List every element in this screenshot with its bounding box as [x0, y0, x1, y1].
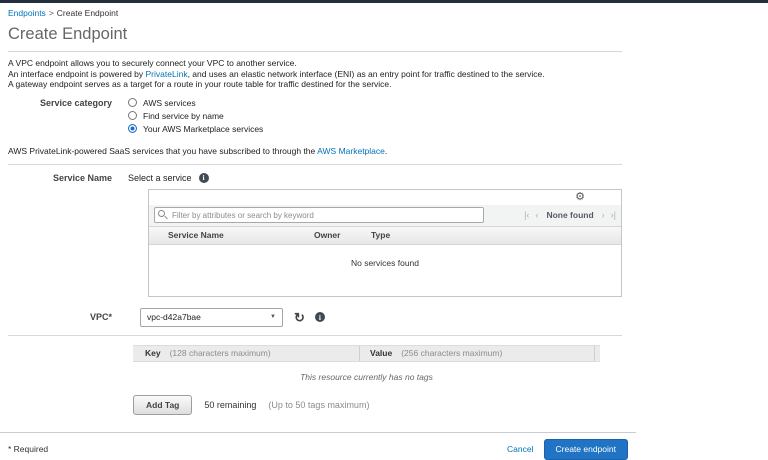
column-type[interactable]: Type: [371, 230, 621, 240]
footer-actions: Cancel Create endpoint: [507, 438, 628, 460]
tags-value-header: Value (256 characters maximum): [359, 345, 594, 361]
radio-find-service-label: Find service by name: [143, 110, 224, 121]
tags-remaining-count: 50 remaining: [204, 399, 257, 410]
section-divider: [8, 163, 622, 165]
service-category-label: Service category: [39, 97, 112, 108]
prev-page-icon[interactable]: ‹: [535, 210, 538, 220]
radio-marketplace-label: Your AWS Marketplace services: [143, 123, 264, 134]
last-page-icon[interactable]: ›|: [611, 210, 616, 220]
service-name-value: Select a service: [128, 172, 192, 183]
radio-marketplace-services[interactable]: Your AWS Marketplace services: [128, 124, 263, 134]
radio-aws-services[interactable]: AWS services: [128, 98, 263, 108]
create-endpoint-button[interactable]: Create endpoint: [543, 438, 628, 460]
empty-message: No services found: [350, 257, 420, 268]
breadcrumb-current: Create Endpoint: [56, 8, 119, 18]
table-toolbar: |‹ ‹ None found › ›|: [149, 204, 621, 226]
service-category-options: AWS services Find service by name Your A…: [128, 98, 263, 137]
section-divider: [8, 334, 622, 336]
table-empty-state: No services found: [149, 244, 621, 296]
key-header-hint: (128 characters maximum): [169, 348, 271, 358]
radio-icon[interactable]: [128, 111, 137, 120]
tags-key-header: Key (128 characters maximum): [133, 348, 359, 358]
filter-wrap: [154, 207, 484, 223]
breadcrumb-separator: >: [48, 8, 54, 18]
page-title: Create Endpoint: [8, 25, 622, 52]
info-icon[interactable]: i: [314, 312, 325, 322]
intro-line-1: A VPC endpoint allows you to securely co…: [8, 58, 297, 68]
intro-line-2: An interface endpoint is powered by Priv…: [8, 69, 630, 80]
table-header-row: Service Name Owner Type: [149, 225, 621, 245]
column-owner[interactable]: Owner: [314, 230, 371, 240]
service-category-row: Service category AWS services Find servi…: [8, 98, 630, 137]
filter-input[interactable]: [154, 207, 484, 223]
add-tag-row: Add Tag 50 remaining (Up to 50 tags maxi…: [133, 394, 630, 415]
console-top-bar: [0, 0, 768, 3]
vpc-selected-value: vpc-d42a7bae: [147, 312, 201, 322]
tags-header-end-cell: [594, 345, 600, 361]
tags-empty-message: This resource currently has no tags: [300, 371, 433, 382]
pagination: |‹ ‹ None found › ›|: [524, 210, 616, 220]
table-gear-row: ⚙: [149, 190, 621, 205]
page-footer: * Required Cancel Create endpoint: [0, 431, 636, 460]
radio-icon[interactable]: [128, 98, 137, 107]
service-table: ⚙ |‹ ‹ None found › ›| Service Name Owne…: [148, 188, 622, 297]
marketplace-note-pre: AWS PrivateLink-powered SaaS services th…: [8, 145, 318, 156]
info-icon[interactable]: i: [198, 172, 209, 183]
cancel-button[interactable]: Cancel: [507, 444, 533, 454]
gear-icon[interactable]: ⚙: [575, 191, 585, 204]
tags-max-hint: (Up to 50 tags maximum): [268, 399, 370, 410]
tags-table: Key (128 characters maximum) Value (256 …: [133, 344, 600, 382]
privatelink-link[interactable]: PrivateLink: [146, 69, 188, 79]
service-name-row: Service Name Select a service i: [8, 172, 630, 183]
vpc-label: VPC*: [89, 312, 112, 322]
vpc-row: VPC* vpc-d42a7bae ▼ ↻ i: [8, 307, 630, 327]
next-page-icon[interactable]: ›: [602, 210, 605, 220]
key-header-label: Key: [145, 348, 161, 358]
breadcrumb: Endpoints > Create Endpoint: [8, 8, 630, 18]
refresh-icon[interactable]: ↻: [294, 311, 305, 324]
pagination-status: None found: [546, 210, 594, 220]
first-page-icon[interactable]: |‹: [524, 210, 529, 220]
column-service-name[interactable]: Service Name: [149, 230, 314, 240]
radio-find-service-by-name[interactable]: Find service by name: [128, 111, 263, 121]
breadcrumb-endpoints-link[interactable]: Endpoints: [8, 8, 46, 18]
tags-header-row: Key (128 characters maximum) Value (256 …: [133, 344, 600, 362]
radio-aws-services-label: AWS services: [143, 97, 196, 108]
add-tag-button[interactable]: Add Tag: [133, 394, 193, 415]
intro-line-2-pre: An interface endpoint is powered by: [8, 68, 146, 79]
vpc-select[interactable]: vpc-d42a7bae ▼: [140, 307, 283, 327]
marketplace-note: AWS PrivateLink-powered SaaS services th…: [8, 146, 630, 156]
main-content: Endpoints > Create Endpoint Create Endpoin…: [0, 8, 630, 415]
service-name-label: Service Name: [52, 172, 112, 183]
aws-marketplace-link[interactable]: AWS Marketplace: [317, 146, 385, 156]
marketplace-note-post: .: [384, 145, 388, 156]
intro-text: A VPC endpoint allows you to securely co…: [8, 58, 630, 90]
radio-icon-selected[interactable]: [128, 124, 137, 133]
chevron-down-icon: ▼: [270, 314, 276, 320]
search-icon: [158, 210, 165, 217]
intro-line-3: A gateway endpoint serves as a target fo…: [8, 79, 392, 89]
value-header-label: Value: [370, 348, 393, 358]
intro-line-2-post: , and uses an elastic network interface …: [187, 68, 545, 79]
required-note: * Required: [8, 444, 49, 454]
value-header-hint: (256 characters maximum): [401, 348, 503, 358]
